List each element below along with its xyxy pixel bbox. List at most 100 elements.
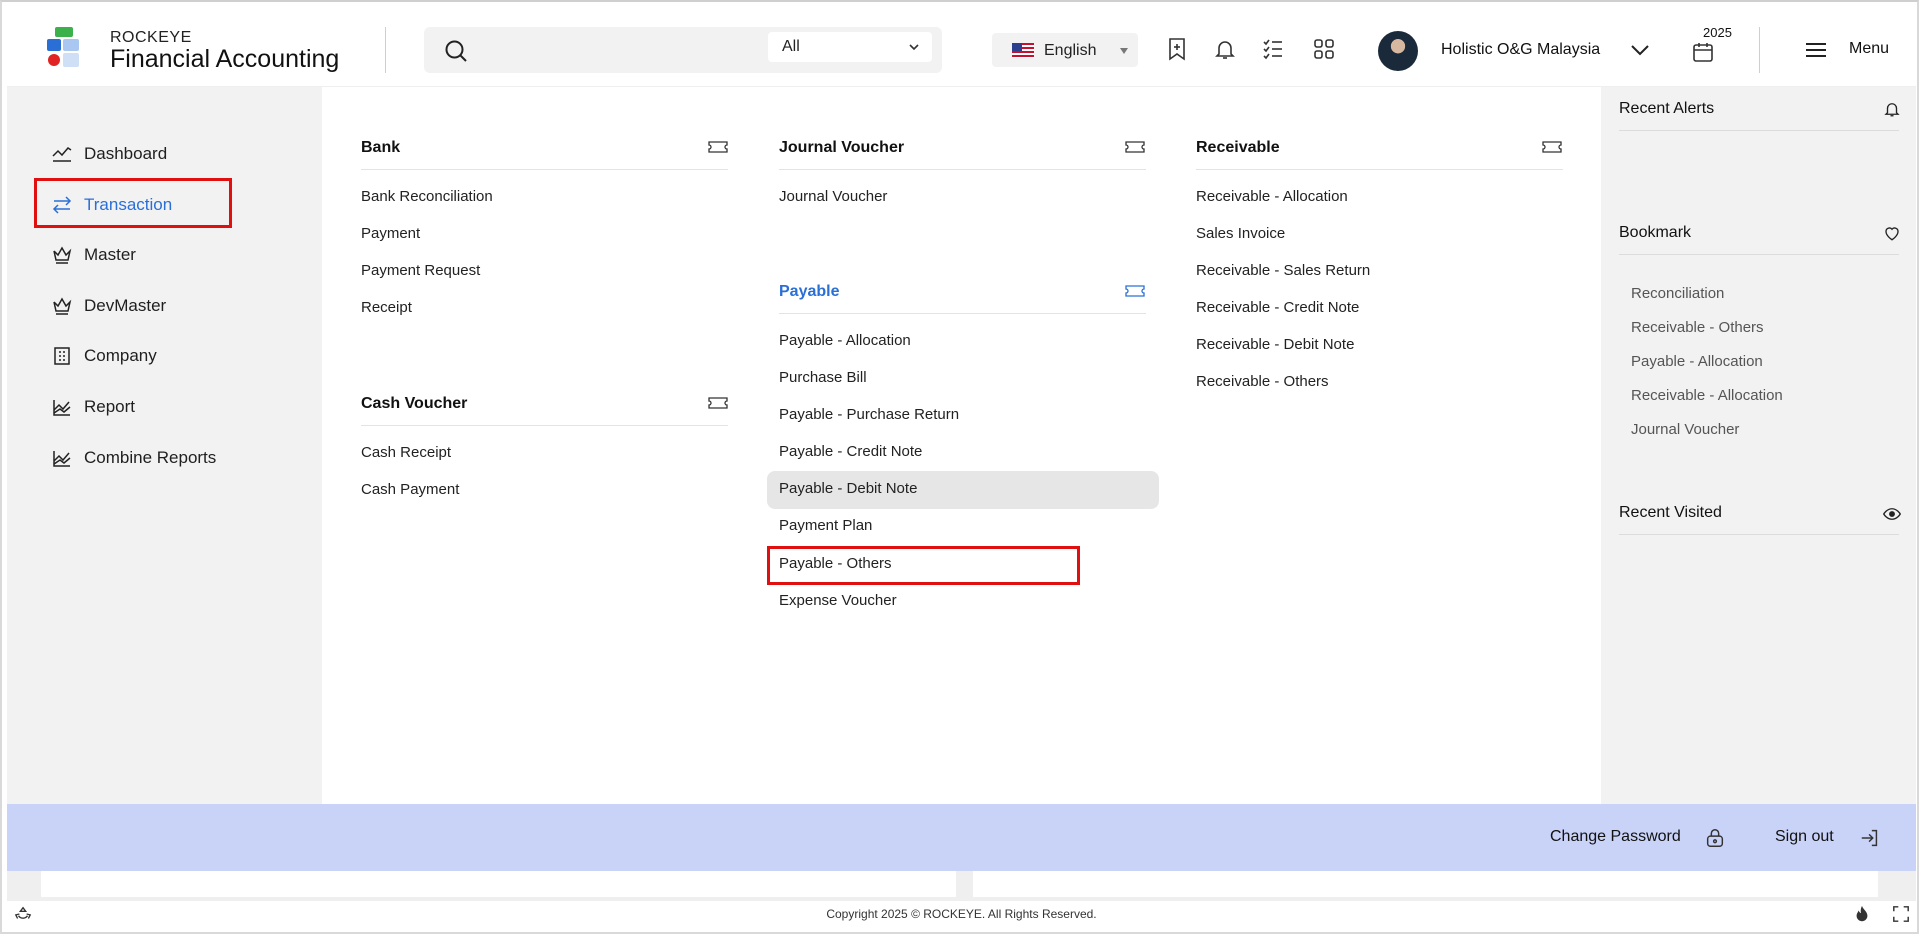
sign-out-icon[interactable]: [1859, 827, 1881, 849]
ticket-icon[interactable]: [1125, 140, 1145, 154]
sidebar-item-devmaster[interactable]: DevMaster: [52, 291, 166, 321]
bookmark-item[interactable]: Journal Voucher: [1631, 421, 1739, 438]
link-purchase-bill[interactable]: Purchase Bill: [779, 369, 867, 386]
add-bookmark-icon[interactable]: [1165, 37, 1189, 61]
divider: [361, 169, 728, 170]
highlight-box-transaction: [34, 178, 232, 228]
chart-line-icon: [52, 147, 72, 162]
sidebar-item-label: DevMaster: [84, 296, 167, 315]
sign-out-button[interactable]: Sign out: [1775, 828, 1834, 846]
sidebar-item-report[interactable]: Report: [52, 392, 135, 422]
caret-down-icon: [1120, 48, 1128, 54]
heart-icon[interactable]: [1883, 224, 1901, 242]
recent-alerts-title: Recent Alerts: [1619, 100, 1715, 117]
sidebar-item-dashboard[interactable]: Dashboard: [52, 139, 167, 169]
hamburger-menu-icon[interactable]: [1804, 38, 1828, 62]
link-receivable-allocation[interactable]: Receivable - Allocation: [1196, 188, 1348, 205]
account-actions-bar: Change Password Sign out: [7, 804, 1916, 871]
sidebar-item-master[interactable]: Master: [52, 240, 136, 270]
bookmark-item[interactable]: Receivable - Allocation: [1631, 387, 1783, 404]
link-sales-invoice[interactable]: Sales Invoice: [1196, 225, 1285, 242]
link-payable-allocation[interactable]: Payable - Allocation: [779, 332, 911, 349]
app-window: ROCKEYE Financial Accounting All English: [0, 0, 1919, 934]
bookmark-item[interactable]: Reconciliation: [1631, 285, 1724, 302]
ticket-icon[interactable]: [708, 140, 728, 154]
link-receivable-credit-note[interactable]: Receivable - Credit Note: [1196, 299, 1359, 316]
bookmark-item[interactable]: Payable - Allocation: [1631, 353, 1763, 370]
calendar-icon[interactable]: [1691, 40, 1715, 64]
link-receivable-debit-note[interactable]: Receivable - Debit Note: [1196, 336, 1354, 353]
link-payment-request[interactable]: Payment Request: [361, 262, 480, 279]
sidebar-item-label: Company: [84, 346, 157, 365]
divider: [361, 425, 728, 426]
bell-icon[interactable]: [1213, 37, 1237, 61]
divider: [385, 27, 386, 73]
background-card: [973, 871, 1878, 897]
group-title-payable: Payable: [779, 283, 840, 300]
divider: [1759, 27, 1760, 73]
bell-icon[interactable]: [1883, 100, 1901, 118]
bookmark-item[interactable]: Receivable - Others: [1631, 319, 1764, 336]
search-icon[interactable]: [444, 39, 468, 63]
link-payable-credit-note[interactable]: Payable - Credit Note: [779, 443, 922, 460]
crown-icon: [53, 297, 72, 315]
ticket-icon[interactable]: [708, 396, 728, 410]
rockeye-logo[interactable]: [47, 27, 87, 69]
link-payment[interactable]: Payment: [361, 225, 420, 242]
sidebar-item-company[interactable]: Company: [52, 341, 157, 371]
top-header: ROCKEYE Financial Accounting All English: [7, 5, 1916, 87]
background-content: [7, 871, 1916, 901]
eye-icon[interactable]: [1883, 505, 1901, 523]
link-cash-receipt[interactable]: Cash Receipt: [361, 444, 451, 461]
fiscal-year: 2025: [1703, 25, 1732, 40]
group-title-receivable: Receivable: [1196, 139, 1280, 156]
sidebar-item-label: Combine Reports: [84, 448, 217, 467]
sidebar-item-label: Report: [84, 397, 136, 416]
fullscreen-icon[interactable]: [1892, 905, 1910, 923]
bookmark-title: Bookmark: [1619, 224, 1692, 241]
apps-grid-icon[interactable]: [1312, 37, 1336, 61]
main-sidebar: Dashboard Transaction Master DevMaster C…: [7, 87, 322, 804]
right-panel: Recent Alerts Bookmark Reconciliation Re…: [1601, 87, 1916, 804]
flame-icon[interactable]: [1853, 905, 1871, 923]
link-receipt[interactable]: Receipt: [361, 299, 412, 316]
link-payable-debit-note[interactable]: Payable - Debit Note: [779, 480, 917, 497]
group-title-journal-voucher: Journal Voucher: [779, 139, 905, 156]
link-receivable-sales-return[interactable]: Receivable - Sales Return: [1196, 262, 1370, 279]
search-scope-select[interactable]: All: [768, 32, 932, 62]
background-card: [41, 871, 956, 897]
link-journal-voucher[interactable]: Journal Voucher: [779, 188, 887, 205]
ticket-icon[interactable]: [1125, 284, 1145, 298]
link-cash-payment[interactable]: Cash Payment: [361, 481, 459, 498]
link-payment-plan[interactable]: Payment Plan: [779, 517, 872, 534]
recent-visited-title: Recent Visited: [1619, 504, 1722, 521]
menu-button[interactable]: Menu: [1849, 40, 1889, 58]
sidebar-item-combine-reports[interactable]: Combine Reports: [52, 443, 216, 473]
app-title: Financial Accounting: [110, 45, 340, 73]
report-chart-icon: [53, 400, 71, 416]
language-value: English: [1044, 42, 1097, 59]
ticket-icon[interactable]: [1542, 140, 1562, 154]
divider: [1619, 534, 1899, 535]
link-bank-reconciliation[interactable]: Bank Reconciliation: [361, 188, 493, 205]
lock-icon[interactable]: [1704, 827, 1726, 849]
search-scope-value: All: [782, 38, 800, 55]
language-select[interactable]: English: [992, 33, 1138, 67]
divider: [1196, 169, 1563, 170]
divider: [1619, 130, 1899, 131]
link-receivable-others[interactable]: Receivable - Others: [1196, 373, 1329, 390]
link-expense-voucher[interactable]: Expense Voucher: [779, 592, 897, 609]
us-flag-icon: [1012, 43, 1034, 58]
building-icon: [54, 347, 70, 365]
divider: [1619, 254, 1899, 255]
chevron-down-icon[interactable]: [1628, 38, 1652, 62]
checklist-icon[interactable]: [1261, 37, 1285, 61]
company-name[interactable]: Holistic O&G Malaysia: [1441, 41, 1600, 59]
chevron-down-icon: [909, 44, 919, 51]
global-search[interactable]: All: [424, 27, 942, 73]
change-password-button[interactable]: Change Password: [1550, 828, 1681, 846]
sidebar-item-label: Dashboard: [84, 144, 168, 163]
crown-icon: [53, 246, 72, 264]
avatar[interactable]: [1378, 31, 1418, 71]
link-payable-purchase-return[interactable]: Payable - Purchase Return: [779, 406, 959, 423]
